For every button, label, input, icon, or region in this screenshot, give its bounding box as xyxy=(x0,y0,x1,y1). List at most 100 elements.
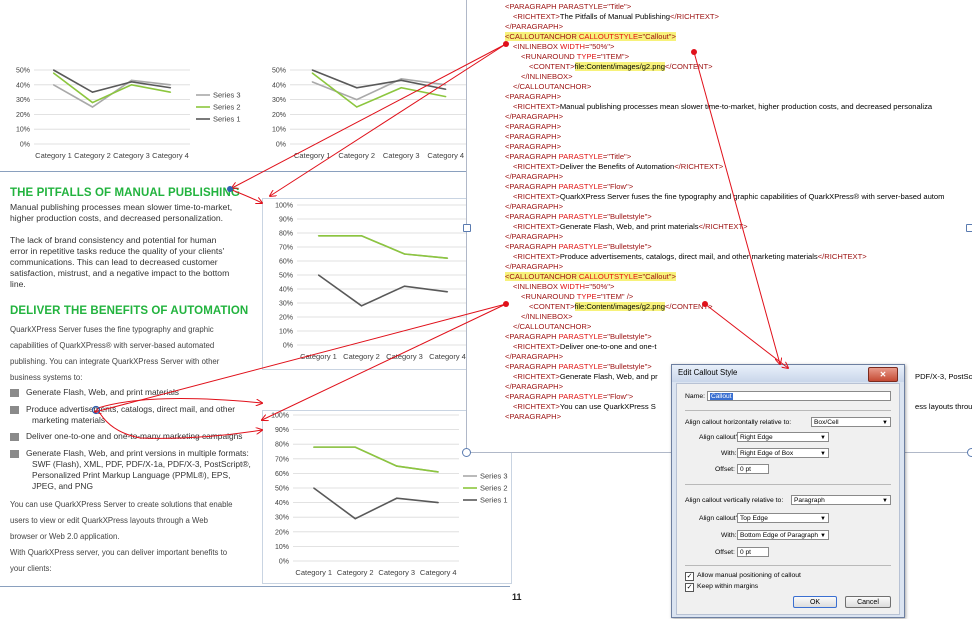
y-tick-label: 80% xyxy=(275,442,289,449)
v-offset-label: Offset: xyxy=(715,549,735,556)
data-point xyxy=(437,502,439,504)
y-tick-label: 40% xyxy=(272,82,286,89)
bullet-1: Generate Flash, Web, and print materials xyxy=(26,387,179,397)
xml-line: <PARAGRAPH> xyxy=(505,142,561,151)
page-bottom-edge xyxy=(0,586,510,587)
y-tick-label: 0% xyxy=(279,559,289,566)
xml-line: <PARAGRAPH PARASTYLE="Flow"> xyxy=(505,182,634,191)
heading-pitfalls: THE PITFALLS OF MANUAL PUBLISHING xyxy=(10,187,240,199)
keep-margins-checkbox[interactable]: ✓ xyxy=(685,583,694,592)
name-field[interactable]: Callout xyxy=(707,391,891,401)
xml-line: <RICHTEXT>Generate Flash, Web, and pr xyxy=(513,372,658,381)
xml-line: <RICHTEXT>Manual publishing processes me… xyxy=(513,102,933,111)
h-offset-field[interactable]: 0 pt xyxy=(737,464,769,474)
xml-line: </PARAGRAPH> xyxy=(505,382,564,391)
v-rel-select[interactable]: Paragraph ▼ xyxy=(791,495,891,505)
resize-handle[interactable] xyxy=(966,224,972,232)
data-point xyxy=(169,87,172,89)
dialog-titlebar[interactable]: Edit Callout Style ✕ xyxy=(672,365,904,382)
xml-line: <PARAGRAPH PARASTYLE="Bulletstyle"> xyxy=(505,212,652,221)
ok-button[interactable]: OK xyxy=(793,596,837,608)
xml-line: </PARAGRAPH> xyxy=(505,22,564,31)
legend-label: Series 2 xyxy=(213,103,241,112)
bullet-marker xyxy=(10,450,19,458)
xml-line: </PARAGRAPH> xyxy=(505,172,564,181)
y-tick-label: 50% xyxy=(279,273,293,280)
legend-label: Series 2 xyxy=(480,484,508,493)
y-tick-label: 10% xyxy=(272,127,286,134)
separator xyxy=(685,484,891,485)
resize-handle[interactable] xyxy=(463,224,471,232)
allow-manual-checkbox[interactable]: ✓ xyxy=(685,572,694,581)
bullet-marker xyxy=(10,389,19,397)
para-brand-1: The lack of brand consistency and potent… xyxy=(10,235,217,245)
h-rel-select[interactable]: Box/Cell ▼ xyxy=(811,417,891,427)
edit-callout-style-dialog[interactable]: Edit Callout Style ✕ Name: Callout Align… xyxy=(671,364,905,618)
para-brand-2: error in repetitive tasks reduce the qua… xyxy=(10,246,225,256)
xml-line: </INLINEBOX> xyxy=(521,72,573,81)
xml-line: <RICHTEXT>The Pitfalls of Manual Publish… xyxy=(513,12,719,21)
para-brand-5: line. xyxy=(10,279,26,289)
xml-callout-anchor-1[interactable]: <CALLOUTANCHOR CALLOUTSTYLE="Callout"> xyxy=(505,32,676,42)
xml-line: <PARAGRAPH PARASTYLE="Bulletstyle"> xyxy=(505,362,652,371)
para-benefits-2: your clients: xyxy=(10,564,52,573)
y-tick-label: 90% xyxy=(275,427,289,434)
xml-callout-anchor-2[interactable]: <CALLOUTANCHOR CALLOUTSTYLE="Callout"> xyxy=(505,272,676,282)
xml-line: </PARAGRAPH> xyxy=(505,352,564,361)
h-with-select[interactable]: Right Edge of Box ▼ xyxy=(737,448,829,458)
data-point xyxy=(313,487,315,489)
xml-line: </PARAGRAPH> xyxy=(505,112,564,121)
top-chart-left: 0% 10% 20% 30% 40% 50% Category 1 Category 2 Cat… xyxy=(0,62,262,170)
legend-label: Series 3 xyxy=(213,91,241,100)
data-point xyxy=(311,72,313,74)
v-with-label: With: xyxy=(721,532,737,539)
para-solutions-2: users to view or edit QuarkXPress layout… xyxy=(10,516,208,525)
resize-handle[interactable] xyxy=(967,448,972,457)
y-tick-label: 20% xyxy=(279,315,293,322)
close-button[interactable]: ✕ xyxy=(868,367,898,382)
h-callouts-label: Align callout's: xyxy=(699,434,743,441)
chevron-down-icon: ▼ xyxy=(820,451,826,457)
series-line-series-3 xyxy=(313,446,439,473)
y-tick-label: 100% xyxy=(275,203,293,210)
xml-line: <PARAGRAPH PARASTYLE="Title"> xyxy=(505,2,632,11)
h-rel-label: Align callout horizontally relative to: xyxy=(685,419,792,426)
x-tick-label: Category 3 xyxy=(113,151,150,160)
para-manual-1: Manual publishing processes mean slower … xyxy=(10,202,233,212)
data-point xyxy=(360,235,363,237)
data-point xyxy=(403,253,406,255)
y-tick-label: 60% xyxy=(275,471,289,478)
y-tick-label: 40% xyxy=(275,500,289,507)
legend-label: Series 3 xyxy=(480,472,508,481)
resize-handle[interactable] xyxy=(462,448,471,457)
heading-deliver: DELIVER THE BENEFITS OF AUTOMATION xyxy=(10,305,249,317)
callout-chart-1[interactable]: 0% 10% 20% 30% 40% 50% 60% 70% 80% 90% 100% Categor… xyxy=(262,198,472,370)
data-point xyxy=(317,235,320,237)
data-point xyxy=(445,88,447,90)
data-point xyxy=(130,84,133,86)
v-callouts-select[interactable]: Top Edge ▼ xyxy=(737,513,829,523)
y-tick-label: 30% xyxy=(16,97,30,104)
y-tick-label: 30% xyxy=(279,301,293,308)
xml-line: <PARAGRAPH> xyxy=(505,92,561,101)
y-tick-label: 30% xyxy=(275,515,289,522)
h-callouts-select[interactable]: Right Edge ▼ xyxy=(737,432,829,442)
x-tick-label: Category 2 xyxy=(337,568,374,577)
y-tick-label: 80% xyxy=(279,231,293,238)
xml-line: </PARAGRAPH> xyxy=(505,262,564,271)
para-quark-3: publishing. You can integrate QuarkXPres… xyxy=(10,357,220,366)
v-with-select[interactable]: Bottom Edge of Paragraph ▼ xyxy=(737,530,829,540)
cancel-button[interactable]: Cancel xyxy=(845,596,891,608)
x-tick-label: Category 2 xyxy=(338,151,375,160)
data-point xyxy=(445,96,447,98)
data-point xyxy=(313,446,315,448)
xml-line: </CALLOUTANCHOR> xyxy=(513,82,592,91)
data-point xyxy=(437,471,439,473)
name-label: Name: xyxy=(685,393,706,400)
xml-line: </PARAGRAPH> xyxy=(505,202,564,211)
xml-line: </PARAGRAPH> xyxy=(505,232,564,241)
xml-line: <PARAGRAPH> xyxy=(505,412,561,421)
v-offset-field[interactable]: 0 pt xyxy=(737,547,769,557)
data-point xyxy=(356,106,358,108)
series-line-series-1 xyxy=(311,69,446,91)
